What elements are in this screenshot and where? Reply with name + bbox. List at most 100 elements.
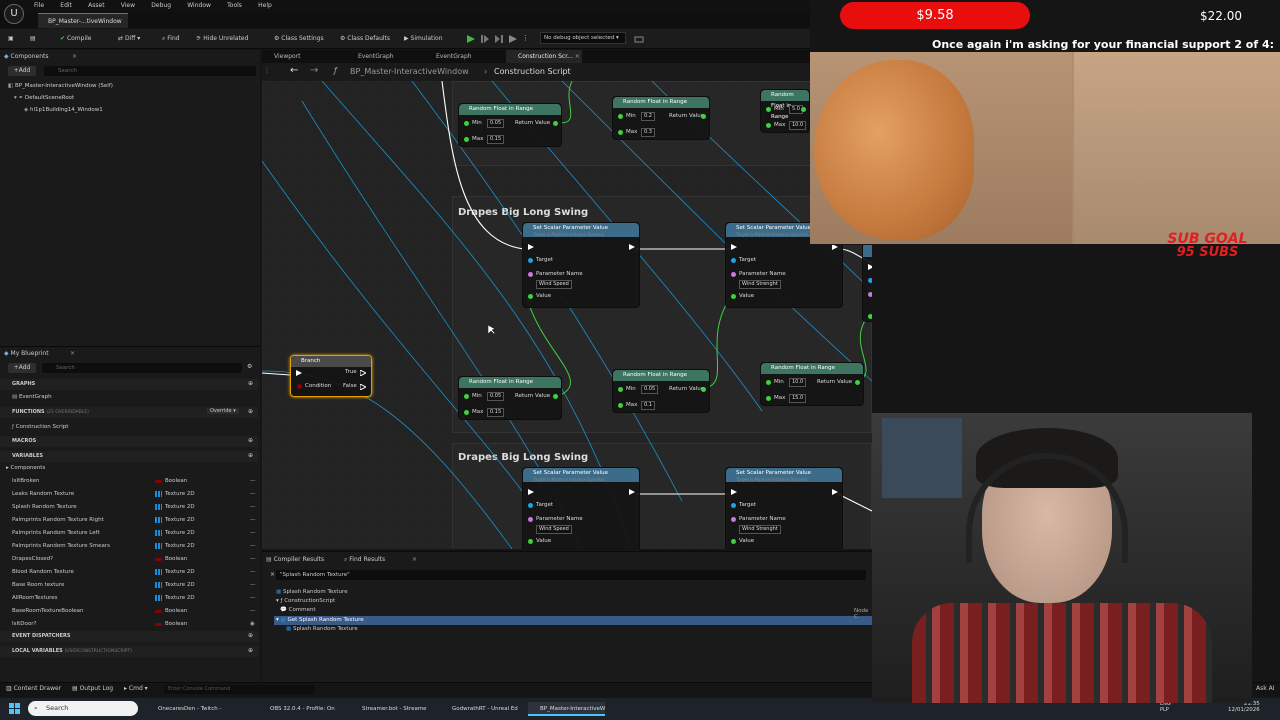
- variable-type[interactable]: Texture 2D: [165, 579, 195, 591]
- class-defaults-button[interactable]: ⚙ Class Defaults: [340, 33, 390, 45]
- branch-condition-pin[interactable]: [297, 384, 302, 389]
- my-blueprint-close-icon[interactable]: ×: [70, 350, 75, 357]
- min-value-input[interactable]: 0.2: [641, 112, 655, 121]
- find-results-tab[interactable]: ⌕ Find Results: [344, 556, 385, 564]
- component-self[interactable]: ◧ BP_Master-InteractiveWindow (Self): [8, 83, 113, 89]
- content-drawer-button[interactable]: ▥ Content Drawer: [6, 685, 61, 692]
- random-float-node-1[interactable]: Random Float in Range Min 0.05 Max 0.15 Retur…: [458, 103, 562, 147]
- exec-in-pin[interactable]: [731, 489, 737, 495]
- max-value-input[interactable]: 0.15: [487, 408, 505, 417]
- breadcrumb-root[interactable]: BP_Master-InteractiveWindow: [350, 67, 469, 76]
- min-pin[interactable]: [464, 121, 469, 126]
- min-value-input[interactable]: 0.05: [641, 385, 659, 394]
- visibility-eye-icon[interactable]: —: [250, 488, 256, 500]
- compile-button[interactable]: ✔ Compile: [60, 33, 91, 45]
- variable-row[interactable]: Blood Random Texture Texture 2D —: [0, 566, 258, 578]
- set-scalar-node-wind-on-duration[interactable]: Set Scalar Parameter ValueTarget is Mate…: [862, 242, 872, 322]
- boolean-pill-icon[interactable]: [155, 610, 162, 613]
- menu-file[interactable]: File: [34, 0, 44, 12]
- visibility-eye-icon[interactable]: —: [250, 540, 256, 552]
- variable-row[interactable]: Palmprints Random Texture Smears Texture …: [0, 540, 258, 552]
- branch-false-pin[interactable]: [360, 384, 366, 390]
- visibility-eye-icon[interactable]: —: [250, 579, 256, 591]
- add-graph-icon[interactable]: ⊕: [248, 380, 253, 387]
- min-pin[interactable]: [766, 107, 771, 112]
- find-search-input[interactable]: "Splash Random Texture": [276, 570, 866, 580]
- visibility-eye-icon[interactable]: ◉: [250, 618, 255, 630]
- max-pin[interactable]: [766, 396, 771, 401]
- branch-true-pin[interactable]: [360, 370, 366, 376]
- result-row-3[interactable]: 💬 Comment: [280, 607, 316, 613]
- variable-type[interactable]: Boolean: [165, 553, 187, 565]
- add-variable-icon[interactable]: ⊕: [248, 452, 253, 459]
- save-icon[interactable]: ▣: [8, 33, 14, 45]
- console-command-input[interactable]: Enter Console Command: [164, 685, 314, 694]
- tab-viewport[interactable]: Viewport: [262, 50, 301, 63]
- variable-row[interactable]: IsItBroken Boolean —: [0, 475, 258, 487]
- visibility-eye-icon[interactable]: —: [250, 566, 256, 578]
- variable-type[interactable]: Texture 2D: [165, 514, 195, 526]
- add-function-icon[interactable]: ⊕: [248, 408, 253, 415]
- return-value-pin[interactable]: [801, 107, 806, 112]
- taskbar-search-input[interactable]: ⌕ Search: [28, 701, 138, 716]
- result-row-1[interactable]: ▦ Splash Random Texture: [276, 589, 348, 595]
- windows-start-icon[interactable]: [9, 703, 21, 715]
- my-blueprint-tab[interactable]: ◆ My Blueprint: [4, 350, 49, 357]
- variable-type[interactable]: Texture 2D: [165, 527, 195, 539]
- texture-grid-icon[interactable]: [155, 582, 162, 588]
- value-pin[interactable]: [731, 539, 736, 544]
- result-row-5[interactable]: ▦ Splash Random Texture: [286, 626, 358, 632]
- return-value-pin[interactable]: [701, 114, 706, 119]
- back-arrow-icon[interactable]: ←: [290, 65, 298, 76]
- variable-type[interactable]: Texture 2D: [165, 592, 195, 604]
- blueprint-settings-icon[interactable]: ⚙: [247, 363, 252, 370]
- component-default-scene-root[interactable]: ▾ ⚭ DefaultSceneRoot: [14, 95, 74, 101]
- taskbar-blueprint-window[interactable]: BP_Master-InteractiveW: [528, 702, 606, 716]
- visibility-eye-icon[interactable]: —: [250, 553, 256, 565]
- return-value-pin[interactable]: [553, 121, 558, 126]
- target-pin[interactable]: [731, 258, 736, 263]
- local-variables-header[interactable]: LOCAL VARIABLES (USERCONSTRUCTIONSCRIPT): [0, 646, 258, 657]
- parameter-name-input[interactable]: Wind Strenght: [739, 280, 781, 289]
- menu-window[interactable]: Window: [187, 0, 211, 12]
- max-value-input[interactable]: 0.3: [641, 128, 655, 137]
- add-local-variable-icon[interactable]: ⊕: [248, 647, 253, 654]
- document-tab[interactable]: BP_Master-...tiveWindow: [38, 13, 128, 28]
- boolean-pill-icon[interactable]: [155, 558, 162, 561]
- menu-debug[interactable]: Debug: [151, 0, 171, 12]
- exec-in-pin[interactable]: [528, 244, 534, 250]
- variable-row[interactable]: Base Room texture Texture 2D —: [0, 579, 258, 591]
- taskbar-streamerbot[interactable]: Streamer.bot - Streame: [350, 702, 427, 716]
- boolean-pill-icon[interactable]: [155, 623, 162, 626]
- exec-out-pin[interactable]: [629, 489, 635, 495]
- value-pin[interactable]: [731, 294, 736, 299]
- hide-unrelated-button[interactable]: ⚞ Hide Unrelated: [196, 33, 248, 45]
- branch-node[interactable]: Branch True Condition False: [290, 355, 372, 397]
- class-settings-button[interactable]: ⚙ Class Settings: [274, 33, 324, 45]
- visibility-eye-icon[interactable]: —: [250, 475, 256, 487]
- min-value-input[interactable]: 10.0: [789, 378, 807, 387]
- menu-tools[interactable]: Tools: [227, 0, 242, 12]
- parameter-name-input[interactable]: Wind Strenght: [739, 525, 781, 534]
- visibility-eye-icon[interactable]: —: [250, 605, 256, 617]
- value-pin[interactable]: [868, 314, 872, 319]
- max-value-input[interactable]: 10.0: [789, 121, 807, 130]
- graph-menu-icon[interactable]: ⫶: [266, 67, 268, 76]
- visibility-eye-icon[interactable]: —: [250, 527, 256, 539]
- variable-type[interactable]: Texture 2D: [165, 501, 195, 513]
- blueprint-search-input[interactable]: Search: [42, 363, 242, 373]
- exec-in-pin[interactable]: [528, 489, 534, 495]
- random-float-node-3[interactable]: Random Float in RangeMin5.0Max10.0Return…: [760, 89, 835, 133]
- max-pin[interactable]: [766, 123, 771, 128]
- target-pin[interactable]: [868, 278, 872, 283]
- random-float-node-5[interactable]: Random Float in Range Min 0.05 Max 0.1 Return…: [612, 369, 710, 413]
- max-value-input[interactable]: 0.15: [487, 135, 505, 144]
- texture-grid-icon[interactable]: [155, 543, 162, 549]
- add-macro-icon[interactable]: ⊕: [248, 437, 253, 444]
- debug-object-select[interactable]: No debug object selected ▾: [540, 32, 626, 44]
- target-pin[interactable]: [528, 258, 533, 263]
- parameter-name-input[interactable]: Wind Speed: [536, 280, 572, 289]
- max-value-input[interactable]: 15.0: [789, 394, 807, 403]
- target-pin[interactable]: [528, 503, 533, 508]
- texture-grid-icon[interactable]: [155, 530, 162, 536]
